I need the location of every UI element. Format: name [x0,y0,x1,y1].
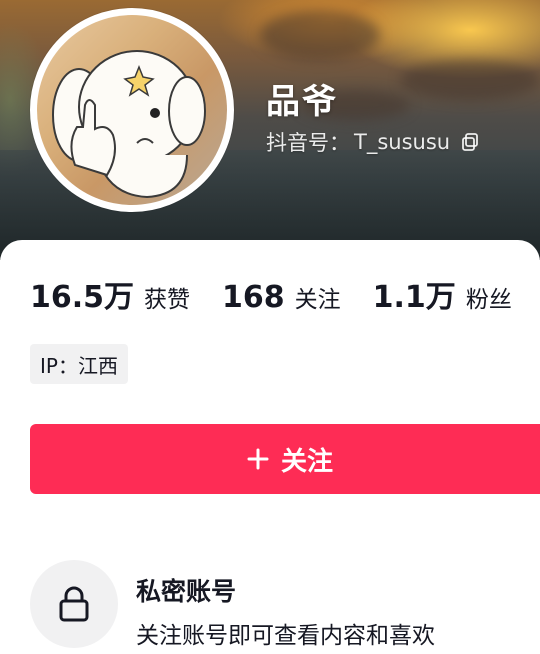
banner-cloud [260,10,380,60]
stat-following-value: 168 [222,280,285,315]
handle-row: 抖音号： T_sususu [266,127,480,157]
avatar-dog-illustration [52,50,206,199]
follow-button[interactable]: 关注 [30,424,540,494]
private-account-notice: 私密账号 关注账号即可查看内容和喜欢 [30,560,540,654]
stat-followers-value: 1.1万 [372,280,456,315]
avatar[interactable] [30,8,234,212]
follow-button-label: 关注 [280,446,333,477]
private-account-description: 关注账号即可查看内容和喜欢 [136,623,435,649]
handle-id: T_sususu [354,130,451,154]
copy-icon[interactable] [460,132,480,152]
ip-label: IP： [40,353,78,378]
banner-cloud [400,60,540,100]
handle-label: 抖音号： [266,131,350,155]
lock-icon [59,586,89,622]
ip-location-tag: IP： 江西 [30,344,128,384]
stats-row: 16.5万 获赞 168 关注 1.1万 粉丝 [30,272,540,316]
lock-badge [30,560,118,648]
stat-following[interactable]: 168 关注 [222,280,341,315]
stat-followers[interactable]: 1.1万 粉丝 [373,272,512,316]
private-account-title: 私密账号 [136,577,237,606]
stat-likes-value: 16.5万 [30,280,135,315]
ip-location: 江西 [77,353,118,378]
stat-likes[interactable]: 16.5万 获赞 [30,272,190,316]
plus-icon [247,448,269,470]
stat-followers-label: 粉丝 [465,287,512,313]
stat-likes-label: 获赞 [144,287,191,313]
display-name: 品爷 [266,82,338,122]
profile-content-sheet: 16.5万 获赞 168 关注 1.1万 粉丝 IP： 江西 关注 私密账号 关… [0,240,540,654]
stat-following-label: 关注 [294,287,341,313]
